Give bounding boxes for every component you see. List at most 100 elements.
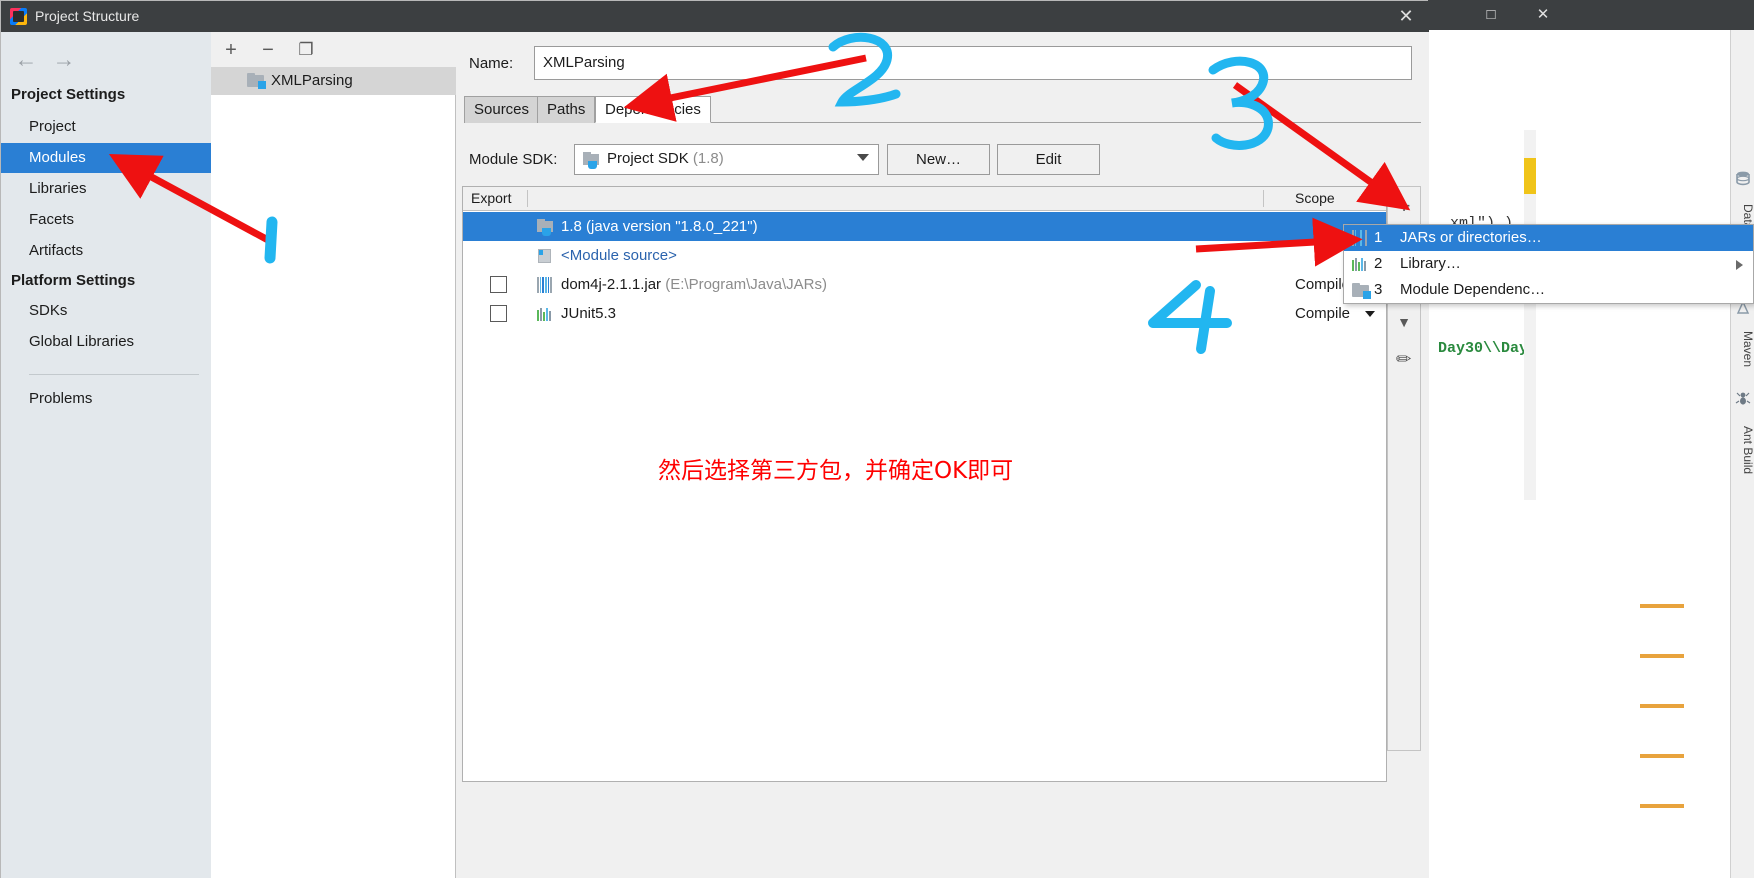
- close-icon[interactable]: ✕: [1383, 1, 1429, 32]
- database-icon: [1735, 170, 1751, 186]
- module-sdk-value: Project SDK (1.8): [607, 150, 724, 167]
- nav-arrows: ← →: [1, 42, 211, 76]
- ide-change-marker: [1640, 804, 1684, 808]
- module-name-label: Name:: [469, 55, 514, 72]
- column-header-scope[interactable]: Scope: [1295, 187, 1335, 210]
- menu-item-jars-or-directories[interactable]: 1 JARs or directories…: [1344, 225, 1753, 251]
- table-row[interactable]: 1.8 (java version "1.8.0_221"): [463, 212, 1386, 241]
- nav-section-project-settings: Project Settings: [11, 86, 126, 103]
- ide-maximize-button[interactable]: □: [1468, 0, 1514, 30]
- library-icon: [1352, 257, 1368, 271]
- tab-sources[interactable]: Sources: [464, 96, 540, 123]
- dependency-scope[interactable]: Compile: [1295, 270, 1350, 299]
- sidebar-item-artifacts[interactable]: Artifacts: [1, 236, 211, 266]
- project-structure-dialog: Project Structure ✕ ← → Project Settings…: [0, 0, 1429, 878]
- move-down-button[interactable]: ▼: [1388, 305, 1420, 339]
- column-divider[interactable]: [527, 190, 528, 207]
- new-sdk-button[interactable]: New…: [887, 144, 990, 175]
- screen-root: □ ✕ xml") ) ; Day30\\Day Database Maven …: [0, 0, 1754, 878]
- dependency-name: <Module source>: [561, 247, 677, 264]
- edit-dependency-button[interactable]: ✎: [1381, 336, 1428, 383]
- add-dependency-context-menu: 1 JARs or directories… 2 Library… 3 Modu…: [1343, 224, 1754, 304]
- menu-item-library[interactable]: 2 Library…: [1344, 251, 1753, 277]
- menu-item-module-dependency[interactable]: 3 Module Dependenc…: [1344, 277, 1753, 303]
- column-divider[interactable]: [1263, 190, 1264, 207]
- annotation-note-text: 然后选择第三方包，并确定OK即可: [658, 458, 1014, 484]
- dependency-name: dom4j-2.1.1.jar (E:\Program\Java\JARs): [561, 270, 827, 299]
- stripe-item-ant-build[interactable]: Ant Build: [1731, 412, 1754, 488]
- dependency-scope[interactable]: Compile: [1295, 299, 1350, 328]
- module-sdk-label: Module SDK:: [469, 151, 558, 168]
- edit-sdk-button[interactable]: Edit: [997, 144, 1100, 175]
- ide-scrollbar-thumb[interactable]: [1524, 158, 1536, 194]
- sidebar-item-modules[interactable]: Modules: [1, 143, 211, 173]
- ide-close-button[interactable]: ✕: [1520, 0, 1566, 30]
- sidebar-item-sdks[interactable]: SDKs: [1, 296, 211, 326]
- module-sdk-combo[interactable]: Project SDK (1.8): [574, 144, 879, 175]
- ide-change-marker: [1640, 654, 1684, 658]
- remove-module-button[interactable]: −: [255, 37, 281, 63]
- menu-item-number: 3: [1374, 281, 1383, 298]
- sidebar-item-problems[interactable]: Problems: [1, 384, 211, 414]
- module-tabstrip: Sources Paths Dependencies: [464, 96, 1421, 123]
- ide-editor[interactable]: xml") ) ; Day30\\Day: [1420, 30, 1730, 878]
- chevron-down-icon[interactable]: [1365, 311, 1375, 317]
- export-checkbox[interactable]: [490, 276, 507, 293]
- module-source-icon: [537, 248, 553, 264]
- tab-paths[interactable]: Paths: [537, 96, 596, 123]
- nav-divider: [29, 374, 199, 375]
- ide-code-line-1: Day30\\Day: [1438, 340, 1529, 357]
- dependencies-table-header: Export Scope: [463, 187, 1386, 211]
- export-checkbox[interactable]: [490, 305, 507, 322]
- ant-icon: [1735, 390, 1751, 406]
- ide-change-marker: [1640, 604, 1684, 608]
- dialog-titlebar: Project Structure ✕: [1, 1, 1429, 32]
- dependency-path: (E:\Program\Java\JARs): [665, 276, 827, 293]
- submenu-arrow-icon[interactable]: [1736, 260, 1743, 270]
- add-module-button[interactable]: +: [218, 37, 244, 63]
- modules-list-item-label: XMLParsing: [271, 72, 353, 89]
- nav-section-platform-settings: Platform Settings: [11, 272, 136, 289]
- sdk-icon: [583, 152, 601, 169]
- ide-titlebar: □ ✕: [1420, 0, 1754, 30]
- add-dependency-button[interactable]: +: [1388, 189, 1420, 223]
- sidebar-item-global-libraries[interactable]: Global Libraries: [1, 327, 211, 357]
- menu-item-number: 1: [1374, 229, 1383, 246]
- module-sdk-version: (1.8): [692, 150, 724, 167]
- ide-tool-window-stripe: Database Maven Ant Build: [1730, 30, 1754, 878]
- intellij-logo-icon: [10, 8, 27, 25]
- module-editor-pane: Name: XMLParsing Sources Paths Dependenc…: [456, 32, 1429, 878]
- menu-item-number: 2: [1374, 255, 1383, 272]
- forward-arrow-icon[interactable]: →: [47, 42, 81, 76]
- menu-item-label: Module Dependenc…: [1400, 281, 1546, 298]
- tab-dependencies[interactable]: Dependencies: [595, 96, 711, 123]
- module-sdk-value-text: Project SDK: [607, 150, 689, 167]
- module-name-row: Name: XMLParsing: [456, 46, 1429, 86]
- dependency-name: 1.8 (java version "1.8.0_221"): [561, 218, 758, 235]
- module-sdk-row: Module SDK: Project SDK (1.8) New… Edit: [456, 144, 1429, 176]
- sidebar-item-libraries[interactable]: Libraries: [1, 174, 211, 204]
- jar-icon: [1352, 230, 1368, 246]
- dependencies-table: Export Scope 1.8 (java version "1.8.0_22…: [462, 186, 1387, 782]
- table-row[interactable]: <Module source>: [463, 241, 1386, 270]
- sdk-icon: [537, 219, 555, 236]
- dialog-title: Project Structure: [35, 8, 140, 24]
- ide-change-marker: [1640, 704, 1684, 708]
- modules-list-item[interactable]: XMLParsing: [211, 67, 456, 95]
- sidebar-item-project[interactable]: Project: [1, 112, 211, 142]
- table-row[interactable]: JUnit5.3 Compile: [463, 299, 1386, 328]
- table-row[interactable]: dom4j-2.1.1.jar (E:\Program\Java\JARs) C…: [463, 270, 1386, 299]
- module-name-input[interactable]: XMLParsing: [534, 46, 1412, 80]
- copy-module-button[interactable]: ❐: [293, 37, 319, 63]
- module-folder-icon: [247, 73, 266, 89]
- module-folder-icon: [1352, 283, 1371, 299]
- library-icon: [537, 307, 553, 321]
- sidebar-item-facets[interactable]: Facets: [1, 205, 211, 235]
- settings-navigation-pane: ← → Project Settings Project Modules Lib…: [1, 32, 211, 878]
- stripe-item-maven[interactable]: Maven: [1731, 320, 1754, 378]
- modules-list-pane: + − ❐ XMLParsing: [211, 32, 456, 878]
- back-arrow-icon[interactable]: ←: [9, 42, 43, 76]
- jar-icon: [537, 277, 553, 293]
- chevron-down-icon[interactable]: [857, 154, 869, 161]
- column-header-export[interactable]: Export: [471, 187, 511, 210]
